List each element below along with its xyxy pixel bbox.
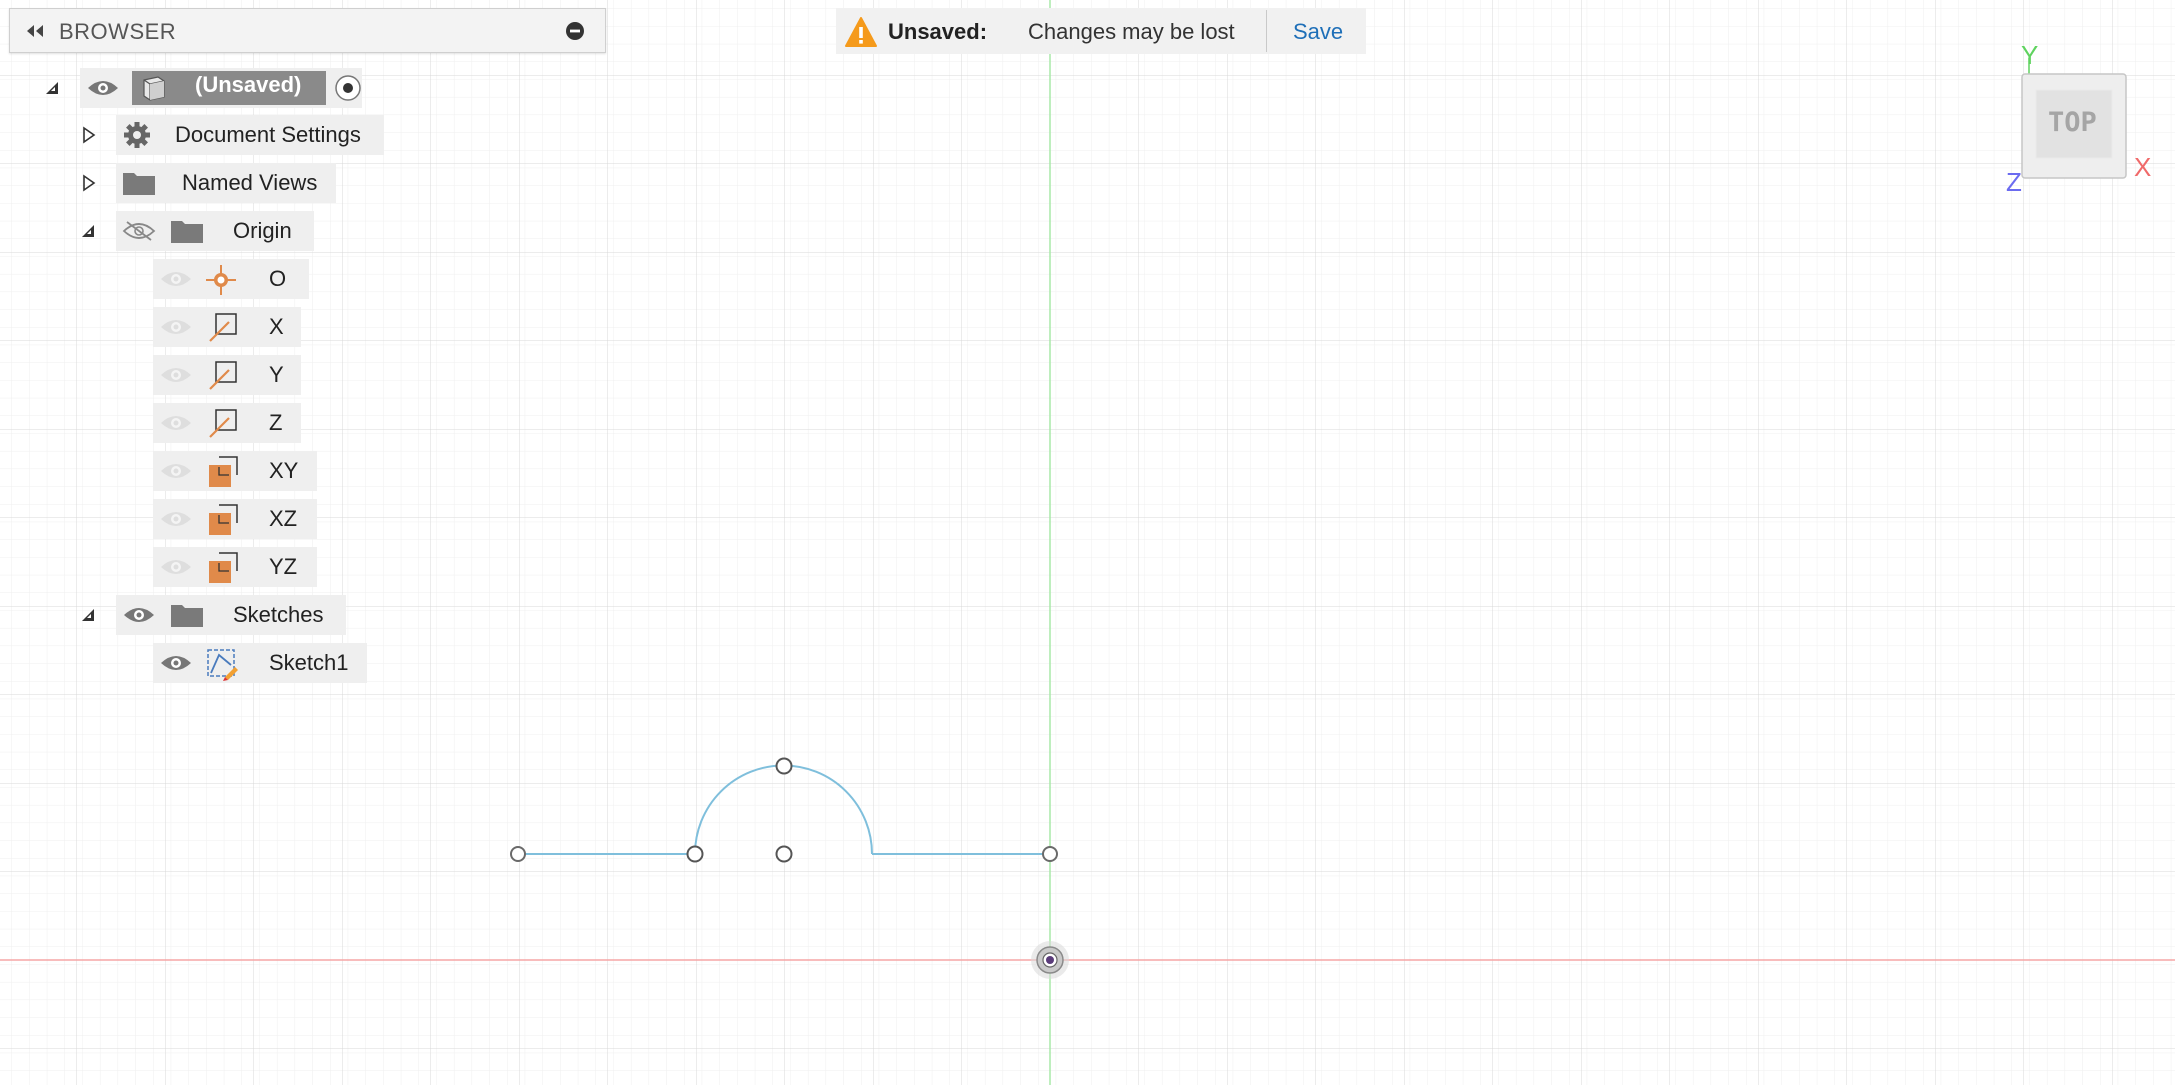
gear-icon xyxy=(124,122,150,148)
eye-icon[interactable] xyxy=(159,269,193,289)
double-chevron-left-icon[interactable] xyxy=(24,21,46,41)
warning-triangle-icon xyxy=(845,17,877,47)
banner-divider xyxy=(1266,10,1267,52)
eye-icon[interactable] xyxy=(159,557,193,577)
root-component-label: (Unsaved) xyxy=(195,72,302,97)
axis-line-icon xyxy=(209,361,237,390)
tree-item-x-axis[interactable]: X xyxy=(153,307,313,347)
eye-slash-icon[interactable] xyxy=(122,220,156,242)
tree-item-document-settings[interactable]: Document Settings xyxy=(80,115,400,155)
z-axis-label: Z xyxy=(269,410,283,435)
unsaved-status: Unsaved: xyxy=(888,19,988,44)
axis-z-label: Z xyxy=(2006,167,2022,197)
tree-item-origin-point[interactable]: O xyxy=(153,259,313,299)
sketches-label: Sketches xyxy=(233,602,324,627)
tree-item-yz-plane[interactable]: YZ xyxy=(153,547,323,587)
origin-point-label: O xyxy=(269,266,287,291)
eye-icon[interactable] xyxy=(159,365,193,385)
axis-y-label: Y xyxy=(2021,40,2039,70)
x-axis-label: X xyxy=(269,314,284,339)
y-axis-label: Y xyxy=(269,362,284,387)
tree-item-named-views[interactable]: Named Views xyxy=(80,163,400,203)
tree-root[interactable]: (Unsaved) xyxy=(40,68,380,108)
eye-icon[interactable] xyxy=(86,78,120,98)
axis-x-label: X xyxy=(2134,152,2152,182)
eye-icon[interactable] xyxy=(159,413,193,433)
origin-point-icon xyxy=(206,265,236,295)
sketch-point[interactable] xyxy=(510,846,526,862)
browser-title: BROWSER xyxy=(59,19,177,44)
sketch-icon xyxy=(207,649,238,681)
sketch1-label: Sketch1 xyxy=(269,650,349,675)
tree-item-sketch1[interactable]: Sketch1 xyxy=(153,643,373,683)
collapse-triangle-icon[interactable] xyxy=(80,223,96,239)
tree-item-y-axis[interactable]: Y xyxy=(153,355,313,395)
axis-line-icon xyxy=(209,313,237,342)
sketch-point[interactable] xyxy=(686,845,704,863)
folder-icon xyxy=(171,221,203,243)
cube-icon xyxy=(143,76,165,101)
tree-item-xy-plane[interactable]: XY xyxy=(153,451,323,491)
eye-icon[interactable] xyxy=(159,461,193,481)
expand-arrow-icon[interactable] xyxy=(82,126,96,144)
eye-icon[interactable] xyxy=(159,317,193,337)
axis-line-icon xyxy=(209,409,237,438)
unsaved-message: Changes may be lost xyxy=(1028,19,1235,44)
folder-icon xyxy=(171,605,203,627)
tree-item-sketches[interactable]: Sketches xyxy=(80,595,400,635)
plane-icon xyxy=(209,504,238,535)
yz-plane-label: YZ xyxy=(269,554,298,579)
origin-label: Origin xyxy=(233,218,292,243)
view-cube-face-label: TOP xyxy=(2048,107,2097,138)
collapse-triangle-icon[interactable] xyxy=(80,607,96,623)
plane-icon xyxy=(209,456,238,487)
sketch-point[interactable] xyxy=(775,845,793,863)
sketch-point[interactable] xyxy=(1042,846,1058,862)
document-settings-label: Document Settings xyxy=(175,122,361,147)
eye-icon[interactable] xyxy=(159,509,193,529)
sketch-point[interactable] xyxy=(775,757,793,775)
named-views-label: Named Views xyxy=(182,170,318,195)
plane-icon xyxy=(209,552,238,583)
xy-plane-label: XY xyxy=(269,458,299,483)
origin-marker[interactable] xyxy=(1031,941,1069,979)
xz-plane-label: XZ xyxy=(269,506,298,531)
view-cube[interactable]: TOP Y X Z xyxy=(1984,40,2154,200)
browser-panel-header: BROWSER xyxy=(9,8,606,53)
tree-item-origin[interactable]: Origin xyxy=(80,211,400,251)
folder-icon xyxy=(123,173,155,195)
tree-item-xz-plane[interactable]: XZ xyxy=(153,499,323,539)
eye-icon[interactable] xyxy=(122,605,156,625)
tree-item-z-axis[interactable]: Z xyxy=(153,403,313,443)
minus-circle-icon[interactable] xyxy=(565,21,585,41)
expand-triangle-icon[interactable] xyxy=(44,80,60,96)
expand-arrow-icon[interactable] xyxy=(82,174,96,192)
unsaved-banner: Unsaved: Changes may be lost Save xyxy=(836,8,1366,54)
eye-icon[interactable] xyxy=(159,653,193,673)
save-button[interactable]: Save xyxy=(1293,19,1343,45)
radio-dot-icon[interactable] xyxy=(334,74,362,102)
